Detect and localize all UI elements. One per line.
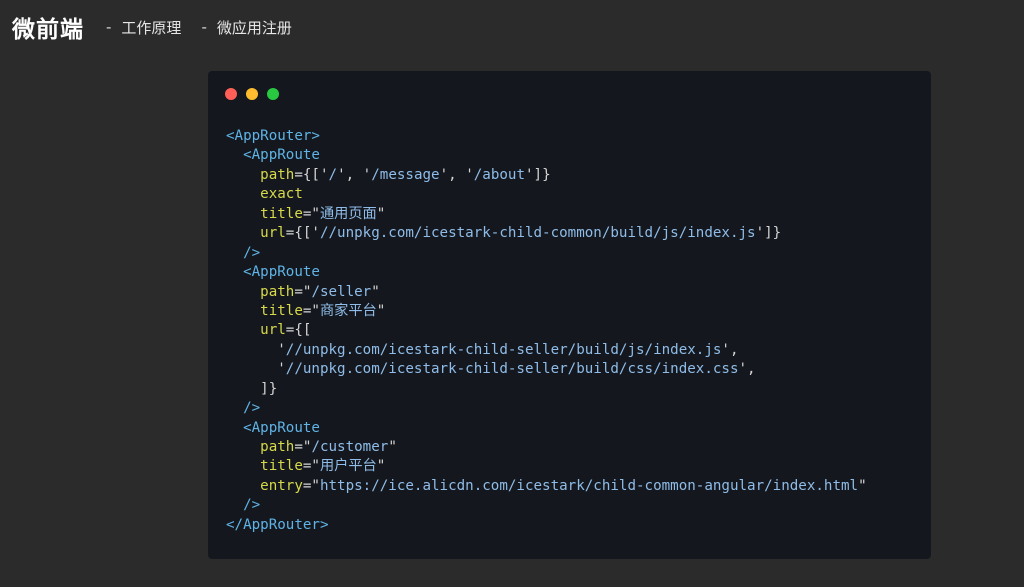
code-line: path={['/', '/message', '/about']} [226, 166, 867, 185]
code-token: ={[' [294, 166, 329, 183]
code-line: <AppRoute [226, 419, 867, 438]
code-line: path="/customer" [226, 438, 867, 457]
code-token: ' [226, 341, 286, 358]
code-token: 用户平台 [319, 458, 377, 475]
window-controls [225, 88, 279, 100]
code-token: ', ' [439, 166, 474, 183]
code-token: / [328, 166, 338, 183]
code-token: title [226, 458, 303, 475]
code-line: ]} [226, 380, 867, 399]
code-line: exact [226, 185, 867, 204]
code-line: '//unpkg.com/icestark-child-seller/build… [226, 360, 867, 379]
breadcrumb-separator: - [106, 18, 112, 36]
code-token: </AppRouter> [226, 516, 329, 533]
breadcrumb-label: 工作原理 [121, 18, 182, 37]
code-token: <AppRoute [226, 147, 320, 164]
code-token: =" [302, 205, 320, 222]
code-line: </AppRouter> [226, 516, 867, 535]
code-window: <AppRouter> <AppRoute path={['/', '/mess… [208, 71, 931, 559]
code-line: <AppRouter> [226, 127, 867, 146]
close-dot-icon [225, 88, 237, 100]
code-line: url={[ [226, 321, 867, 340]
code-token: " [376, 302, 386, 319]
code-line: title="商家平台" [226, 302, 867, 321]
breadcrumb-separator: - [201, 18, 207, 36]
code-token: " [858, 477, 867, 494]
code-line: title="通用页面" [226, 205, 867, 224]
page-header: 微前端 - 工作原理 - 微应用注册 [12, 10, 292, 44]
code-token: ', [738, 361, 756, 378]
code-token: " [388, 439, 397, 455]
code-token: ', [721, 341, 739, 358]
code-token: ={[' [285, 225, 320, 242]
code-token: " [376, 458, 386, 475]
code-token: ' [226, 361, 286, 378]
maximize-dot-icon [267, 88, 279, 100]
code-token: 通用页面 [319, 205, 377, 222]
breadcrumb-item: - 工作原理 [84, 17, 181, 38]
code-token: /seller [311, 283, 372, 300]
code-line: /> [226, 496, 867, 515]
code-token: path [226, 439, 295, 455]
code-token: /> [226, 400, 261, 417]
code-token: //unpkg.com/icestark-child-common/build/… [319, 225, 756, 242]
code-token: ]} [226, 380, 278, 397]
code-block: <AppRouter> <AppRoute path={['/', '/mess… [226, 127, 867, 535]
code-token: =" [302, 302, 320, 319]
code-line: <AppRoute [226, 263, 867, 282]
code-token: /message [371, 166, 440, 183]
code-token: =" [302, 477, 320, 494]
breadcrumb-item: - 微应用注册 [181, 17, 291, 38]
code-line: title="用户平台" [226, 457, 867, 476]
code-line: entry="https://ice.alicdn.com/icestark/c… [226, 477, 867, 496]
code-line: /> [226, 244, 867, 263]
code-line: url={['//unpkg.com/icestark-child-common… [226, 224, 867, 243]
code-token: /customer [311, 439, 389, 455]
code-token: " [376, 205, 386, 222]
code-token: =" [294, 283, 312, 300]
code-line: '//unpkg.com/icestark-child-seller/build… [226, 341, 867, 360]
code-token: /> [226, 497, 261, 514]
minimize-dot-icon [246, 88, 258, 100]
code-token: https://ice.alicdn.com/icestark/child-co… [319, 477, 859, 494]
code-token: exact [226, 186, 303, 203]
code-token: //unpkg.com/icestark-child-seller/build/… [285, 361, 739, 378]
code-token: ', ' [337, 166, 372, 183]
code-token: url [226, 322, 286, 339]
code-token: ']} [755, 225, 782, 242]
code-token: " [371, 283, 380, 300]
breadcrumb-label: 微应用注册 [216, 18, 292, 37]
code-token: entry [226, 477, 303, 494]
code-token: =" [294, 439, 312, 455]
page-title: 微前端 [12, 17, 84, 43]
code-token: <AppRoute [226, 419, 320, 436]
code-line: path="/seller" [226, 283, 867, 302]
code-token: title [226, 302, 303, 319]
code-token: title [226, 205, 303, 222]
code-token: //unpkg.com/icestark-child-seller/build/… [285, 341, 722, 358]
code-line: <AppRoute [226, 146, 867, 165]
code-token: path [226, 166, 295, 183]
code-token: url [226, 225, 286, 242]
code-line: /> [226, 399, 867, 418]
code-token: ={[ [285, 322, 312, 339]
code-token: <AppRoute [226, 264, 320, 281]
code-token: <AppRouter> [226, 128, 320, 144]
code-token: ']} [525, 166, 551, 183]
code-token: =" [302, 458, 320, 475]
code-token: /> [226, 244, 261, 261]
code-token: 商家平台 [319, 302, 377, 319]
code-token: /about [473, 166, 525, 183]
code-token: path [226, 283, 295, 300]
